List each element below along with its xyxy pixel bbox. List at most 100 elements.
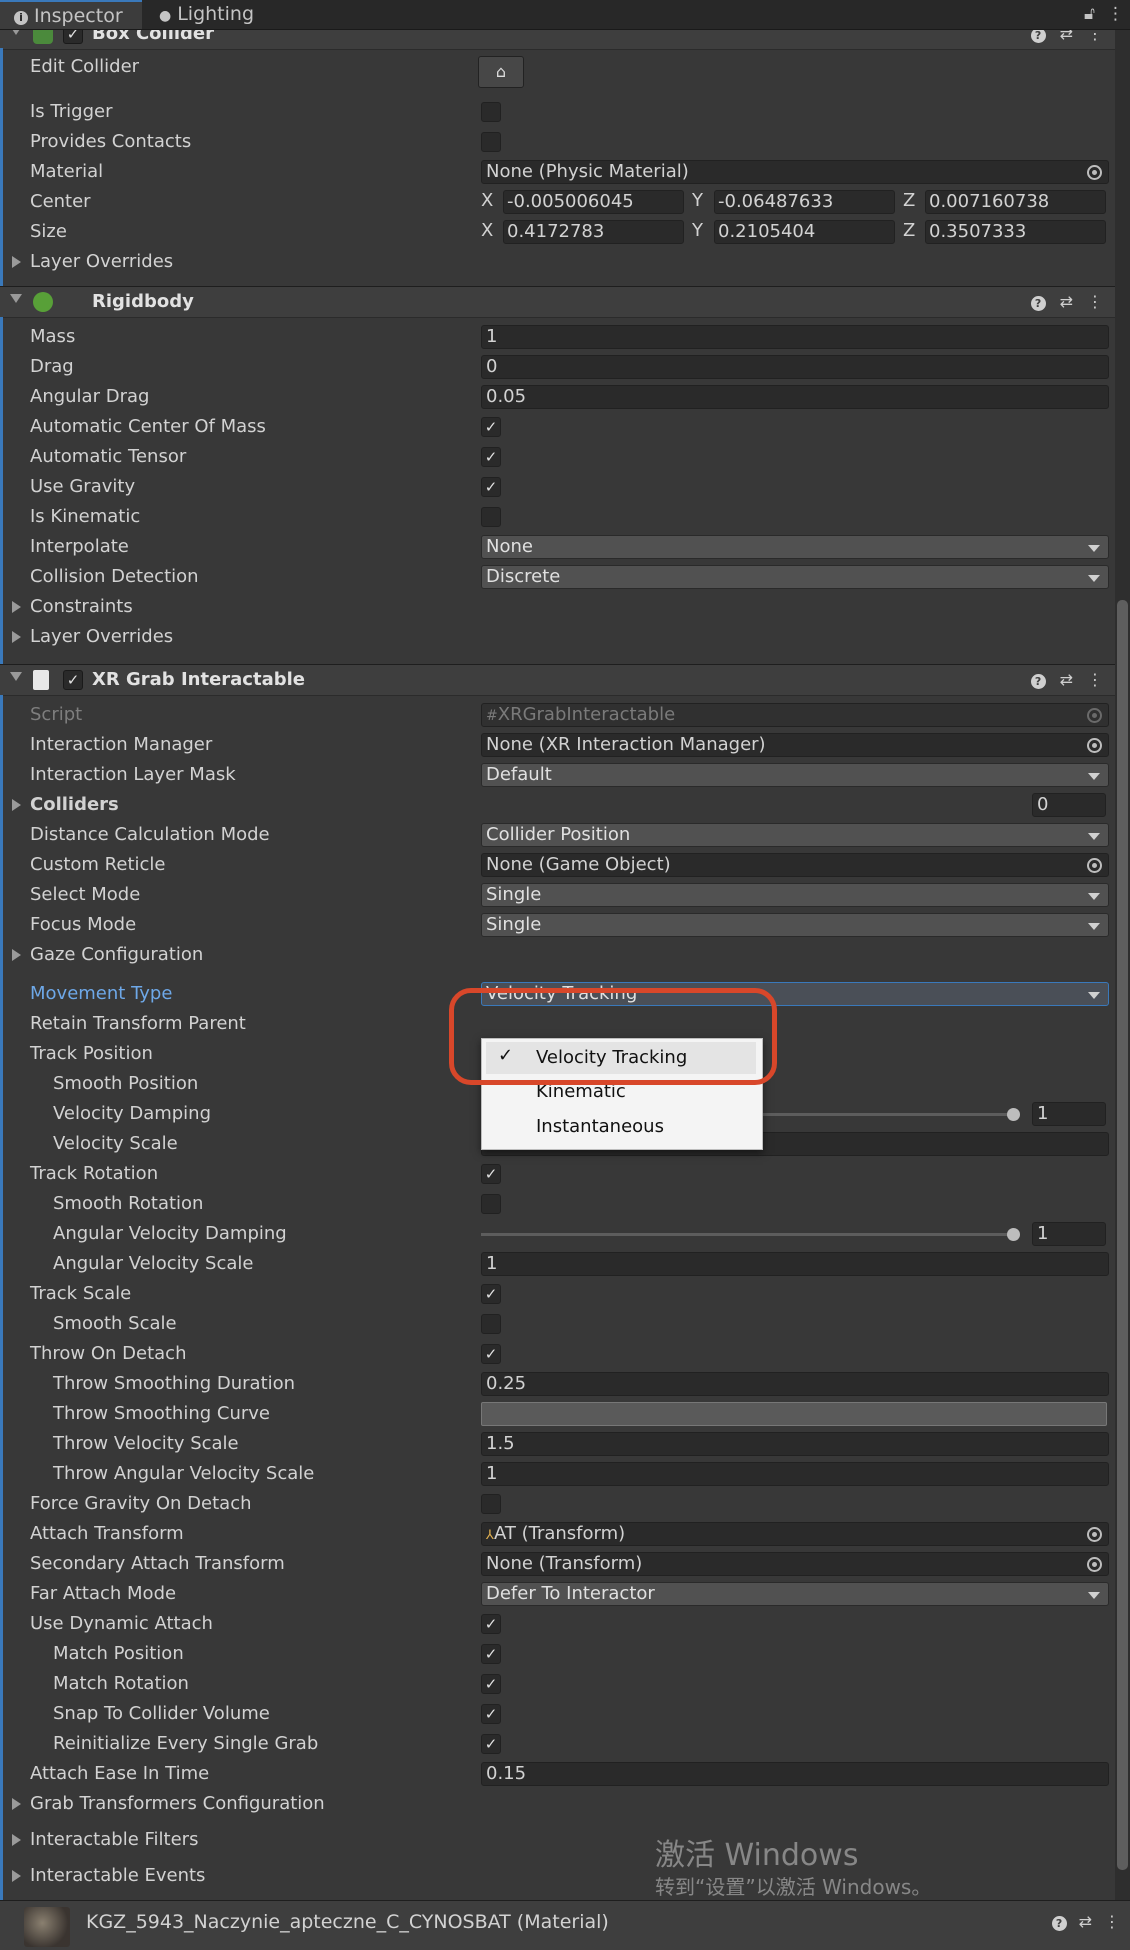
help-icon[interactable]: ? (1030, 30, 1046, 43)
tab-lighting[interactable]: ● Lighting (145, 0, 279, 29)
colliders-count-field[interactable]: 0 (1032, 793, 1106, 817)
presets-icon[interactable]: ⇄ (1060, 292, 1073, 311)
reinitialize-grab-checkbox[interactable]: ✓ (481, 1734, 501, 1754)
size-y[interactable]: Y 0.2105404 (692, 220, 895, 244)
component-menu-icon[interactable]: ⋮ (1104, 1912, 1120, 1931)
match-rotation-checkbox[interactable]: ✓ (481, 1674, 501, 1694)
object-picker-icon[interactable] (1087, 1527, 1102, 1542)
gaze-configuration-foldout[interactable]: Gaze Configuration (30, 944, 203, 966)
interpolate-dropdown[interactable]: None (481, 535, 1109, 559)
help-icon[interactable]: ? (1030, 296, 1046, 311)
match-position-checkbox[interactable]: ✓ (481, 1644, 501, 1664)
select-mode-dropdown[interactable]: Single (481, 883, 1109, 907)
layer-overrides-foldout[interactable]: Layer Overrides (30, 251, 173, 273)
foldout-arrow-icon[interactable] (12, 799, 21, 811)
presets-icon[interactable]: ⇄ (1060, 30, 1073, 43)
component-menu-icon[interactable]: ⋮ (1087, 670, 1103, 689)
auto-tensor-checkbox[interactable]: ✓ (481, 447, 501, 467)
far-attach-mode-dropdown[interactable]: Defer To Interactor (481, 1582, 1109, 1606)
object-picker-icon[interactable] (1087, 738, 1102, 753)
xr-grab-interactable-header[interactable]: ✓ XR Grab Interactable ? ⇄ ⋮ (0, 664, 1115, 696)
angular-velocity-scale-field[interactable]: 1 (481, 1252, 1109, 1276)
angular-drag-field[interactable]: 0.05 (481, 385, 1109, 409)
box-collider-enabled-checkbox[interactable]: ✓ (63, 30, 83, 44)
foldout-arrow-icon[interactable] (12, 1870, 21, 1882)
foldout-arrow-icon[interactable] (12, 631, 21, 643)
foldout-arrow-icon[interactable] (12, 1798, 21, 1810)
foldout-arrow-icon[interactable] (12, 1834, 21, 1846)
mass-field[interactable]: 1 (481, 325, 1109, 349)
snap-collider-checkbox[interactable]: ✓ (481, 1704, 501, 1724)
track-scale-checkbox[interactable]: ✓ (481, 1284, 501, 1304)
attach-ease-in-field[interactable]: 0.15 (481, 1762, 1109, 1786)
smooth-rotation-checkbox[interactable] (481, 1194, 501, 1214)
material-field[interactable]: None (Physic Material) (481, 160, 1109, 184)
interaction-manager-field[interactable]: None (XR Interaction Manager) (481, 733, 1109, 757)
angular-velocity-damping-slider-thumb[interactable] (1007, 1228, 1020, 1241)
throw-smoothing-curve-field[interactable] (481, 1402, 1107, 1426)
throw-velocity-scale-field[interactable]: 1.5 (481, 1432, 1109, 1456)
velocity-damping-field[interactable]: 1 (1032, 1102, 1106, 1126)
constraints-foldout[interactable]: Constraints (30, 596, 133, 618)
foldout-arrow-icon[interactable] (10, 294, 22, 303)
center-y[interactable]: Y -0.06487633 (692, 190, 895, 214)
component-menu-icon[interactable]: ⋮ (1087, 30, 1103, 43)
angular-velocity-damping-slider-track[interactable] (481, 1233, 1017, 1236)
is-kinematic-checkbox[interactable] (481, 507, 501, 527)
use-gravity-checkbox[interactable]: ✓ (481, 477, 501, 497)
track-rotation-checkbox[interactable]: ✓ (481, 1164, 501, 1184)
grab-transformers-foldout[interactable]: Grab Transformers Configuration (30, 1793, 325, 1815)
object-picker-icon[interactable] (1087, 1557, 1102, 1572)
lock-icon[interactable]: 🔓︎ (1084, 4, 1095, 24)
option-instantaneous[interactable]: Instantaneous (536, 1114, 664, 1140)
velocity-damping-slider-thumb[interactable] (1007, 1108, 1020, 1121)
help-icon[interactable]: ? (1030, 674, 1046, 689)
secondary-attach-field[interactable]: None (Transform) (481, 1552, 1109, 1576)
center-z[interactable]: Z 0.007160738 (903, 190, 1106, 214)
layer-overrides-foldout[interactable]: Layer Overrides (30, 626, 173, 648)
focus-mode-dropdown[interactable]: Single (481, 913, 1109, 937)
interactable-filters-foldout[interactable]: Interactable Filters (30, 1829, 198, 1851)
auto-com-checkbox[interactable]: ✓ (481, 417, 501, 437)
object-picker-icon[interactable] (1087, 165, 1102, 180)
box-collider-header[interactable]: ✓ Box Collider ? ⇄ ⋮ (0, 30, 1115, 50)
xr-grab-enabled-checkbox[interactable]: ✓ (63, 670, 83, 690)
custom-reticle-field[interactable]: None (Game Object) (481, 853, 1109, 877)
attach-transform-field[interactable]: ⅄AT (Transform) (481, 1522, 1109, 1546)
vertical-scrollbar[interactable] (1115, 30, 1130, 1900)
presets-icon[interactable]: ⇄ (1060, 670, 1073, 689)
edit-collider-button[interactable]: ⌂ (478, 56, 524, 88)
colliders-foldout[interactable]: Colliders (30, 794, 119, 816)
size-z[interactable]: Z 0.3507333 (903, 220, 1106, 244)
material-header[interactable]: KGZ_5943_Naczynie_apteczne_C_CYNOSBAT (M… (0, 1900, 1130, 1950)
is-trigger-checkbox[interactable] (481, 102, 501, 122)
drag-field[interactable]: 0 (481, 355, 1109, 379)
provides-contacts-checkbox[interactable] (481, 132, 501, 152)
throw-angular-velocity-scale-field[interactable]: 1 (481, 1462, 1109, 1486)
distance-mode-dropdown[interactable]: Collider Position (481, 823, 1109, 847)
throw-smoothing-duration-field[interactable]: 0.25 (481, 1372, 1109, 1396)
component-menu-icon[interactable]: ⋮ (1087, 292, 1103, 311)
dynamic-attach-checkbox[interactable]: ✓ (481, 1614, 501, 1634)
foldout-arrow-icon[interactable] (12, 949, 21, 961)
foldout-arrow-icon[interactable] (12, 256, 21, 268)
tab-inspector[interactable]: i Inspector (0, 0, 142, 29)
scrollbar-thumb[interactable] (1117, 600, 1128, 1870)
rigidbody-header[interactable]: Rigidbody ? ⇄ ⋮ (0, 286, 1115, 318)
force-gravity-checkbox[interactable] (481, 1494, 501, 1514)
angular-velocity-damping-field[interactable]: 1 (1032, 1222, 1106, 1246)
smooth-scale-checkbox[interactable] (481, 1314, 501, 1334)
foldout-arrow-icon[interactable] (10, 30, 22, 35)
help-icon[interactable]: ? (1051, 1916, 1067, 1931)
more-menu-icon[interactable]: ⋮ (1107, 4, 1124, 24)
interactable-events-foldout[interactable]: Interactable Events (30, 1865, 205, 1887)
foldout-arrow-icon[interactable] (10, 672, 22, 681)
throw-on-detach-checkbox[interactable]: ✓ (481, 1344, 501, 1364)
layer-mask-dropdown[interactable]: Default (481, 763, 1109, 787)
foldout-arrow-icon[interactable] (12, 601, 21, 613)
center-x[interactable]: X -0.005006045 (481, 190, 684, 214)
object-picker-icon[interactable] (1087, 858, 1102, 873)
size-x[interactable]: X 0.4172783 (481, 220, 684, 244)
presets-icon[interactable]: ⇄ (1079, 1912, 1092, 1931)
collision-detection-dropdown[interactable]: Discrete (481, 565, 1109, 589)
